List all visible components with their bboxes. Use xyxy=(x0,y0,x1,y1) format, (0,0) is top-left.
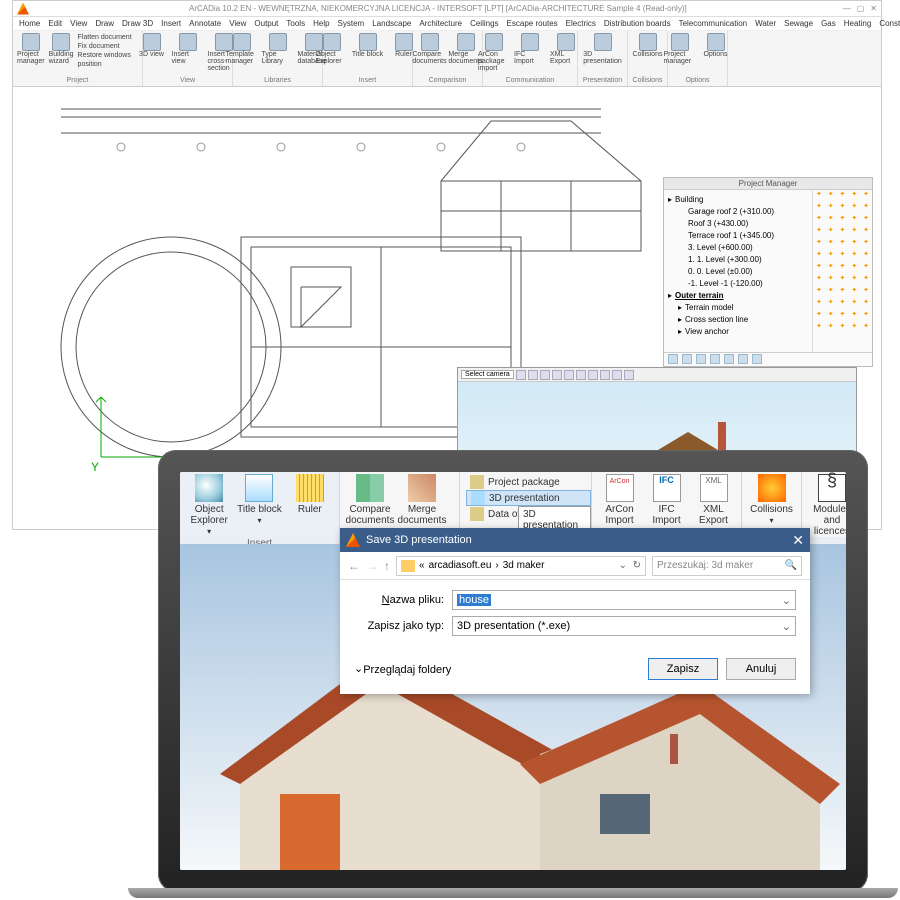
dialog-title: Save 3D presentation xyxy=(366,534,472,546)
pm-toolbar[interactable] xyxy=(664,352,872,364)
titlebar-back: ArCADia 10.2 EN - WEWNĘTRZNA, NIEKOMERCY… xyxy=(13,1,881,17)
expand-folders-button[interactable]: Przeglądaj foldery xyxy=(354,663,451,676)
select-camera-dropdown[interactable]: Select camera xyxy=(461,370,514,379)
compare-icon xyxy=(356,474,384,502)
laptop-base xyxy=(128,888,898,898)
pm-tree[interactable]: ▸ BuildingGarage roof 2 (+310.00)Roof 3 … xyxy=(664,190,812,352)
merge-button[interactable]: Merge documents xyxy=(398,474,446,526)
3d-presentation-button[interactable]: 3D presentation xyxy=(466,490,591,506)
ruler-icon xyxy=(296,474,324,502)
search-input[interactable]: Przeszukaj: 3d maker🔍 xyxy=(652,556,802,576)
filetype-label: Zapisz jako typ: xyxy=(354,620,444,632)
filename-label: Nazwa pliku: xyxy=(354,594,444,606)
search-icon: 🔍 xyxy=(785,560,797,571)
filetype-select[interactable]: 3D presentation (*.exe)⌄ xyxy=(452,616,796,636)
project-manager-panel[interactable]: Project Manager ▸ BuildingGarage roof 2 … xyxy=(663,177,873,367)
modules-icon: § xyxy=(818,474,846,502)
window-controls[interactable]: —▢✕ xyxy=(843,4,877,13)
cancel-button[interactable]: Anuluj xyxy=(726,658,796,680)
collision-icon xyxy=(758,474,786,502)
arcon-icon: ArCon xyxy=(606,474,634,502)
close-icon[interactable]: ✕ xyxy=(792,532,804,549)
dialog-titlebar[interactable]: Save 3D presentation ✕ xyxy=(340,528,810,552)
explorer-icon xyxy=(195,474,223,502)
ifc-icon: IFC xyxy=(653,474,681,502)
window-title: ArCADia 10.2 EN - WEWNĘTRZNA, NIEKOMERCY… xyxy=(33,4,843,13)
ruler-button[interactable]: Ruler xyxy=(287,474,333,515)
save-dialog: Save 3D presentation ✕ ← → ↑ « arcadiaso… xyxy=(340,528,810,694)
object-explorer-button[interactable]: Object Explorer▾ xyxy=(186,474,232,537)
dialog-nav: ← → ↑ « arcadiasoft.eu › 3d maker ⌄ ↻ Pr… xyxy=(340,552,810,580)
pm-title: Project Manager xyxy=(664,178,872,190)
modules-button[interactable]: §Modules and licences xyxy=(808,474,846,537)
chevron-down-icon[interactable]: ⌄ xyxy=(782,594,791,607)
package-icon xyxy=(470,475,484,489)
pm-icon-grid[interactable]: ✦✦✦✦✦✦✦✦✦✦✦✦✦✦✦✦✦✦✦✦✦✦✦✦✦✦✦✦✦✦✦✦✦✦✦✦✦✦✦✦… xyxy=(812,190,872,352)
merge-icon xyxy=(408,474,436,502)
laptop-screen: Object Explorer▾ Title block▾ Ruler Inse… xyxy=(180,472,846,870)
collisions-button[interactable]: Collisions▾ xyxy=(748,474,795,526)
back-icon[interactable]: ← xyxy=(348,559,360,573)
up-icon[interactable]: ↑ xyxy=(384,559,390,573)
arcadia-logo-icon xyxy=(346,533,360,547)
title-block-button[interactable]: Title block▾ xyxy=(236,474,282,526)
xml-icon: XML xyxy=(700,474,728,502)
data-icon xyxy=(470,507,484,521)
laptop-frame: Object Explorer▾ Title block▾ Ruler Inse… xyxy=(158,450,868,892)
breadcrumb[interactable]: « arcadiasoft.eu › 3d maker ⌄ ↻ xyxy=(396,556,646,576)
svg-text:Y: Y xyxy=(91,460,99,474)
section-drawing xyxy=(431,91,651,271)
folder-icon xyxy=(401,560,415,572)
filename-input[interactable]: house⌄ xyxy=(452,590,796,610)
forward-icon[interactable]: → xyxy=(366,559,378,573)
title-block-icon xyxy=(245,474,273,502)
ribbon-back: Project managerBuilding wizardFlatten do… xyxy=(13,31,881,87)
menubar[interactable]: HomeEditViewDrawDraw 3DInsertAnnotateVie… xyxy=(13,17,881,31)
presentation-icon xyxy=(471,491,485,505)
project-package-button[interactable]: Project package xyxy=(466,474,591,490)
arcadia-logo-icon xyxy=(17,3,29,15)
compare-button[interactable]: Compare documents xyxy=(346,474,394,526)
save-button[interactable]: Zapisz xyxy=(648,658,718,680)
chevron-down-icon[interactable]: ⌄ xyxy=(782,620,791,633)
